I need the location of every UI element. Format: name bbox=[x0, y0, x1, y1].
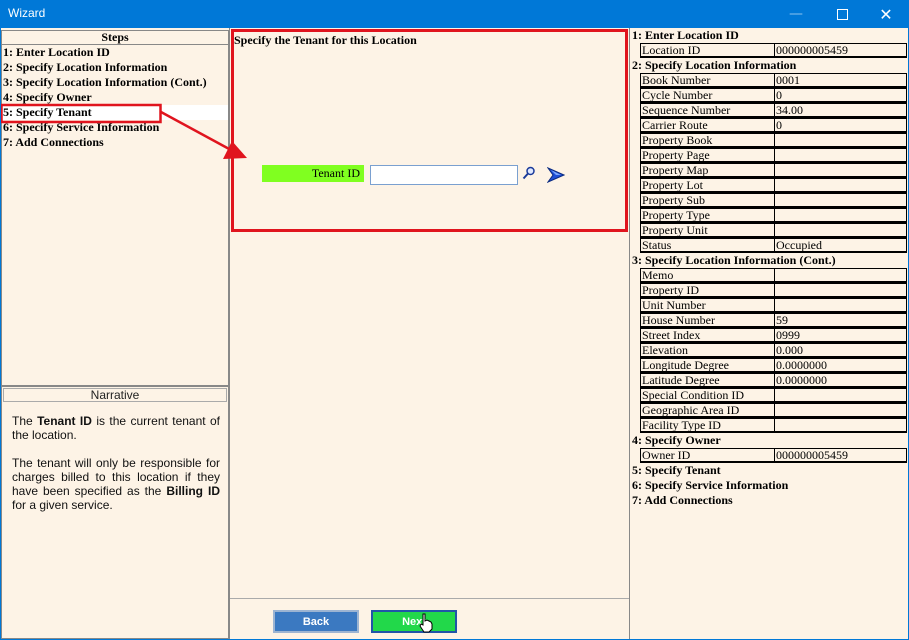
wizard-body: Steps 1: Enter Location ID 2: Specify Lo… bbox=[1, 28, 908, 639]
annotation-arrow-head bbox=[223, 141, 247, 159]
step-highlight-box bbox=[1, 103, 162, 124]
minimize-icon: — bbox=[789, 6, 803, 22]
annotation-arrow-line bbox=[160, 110, 232, 152]
minimize-button[interactable]: — bbox=[773, 0, 819, 28]
annotation-overlay bbox=[1, 103, 247, 159]
maximize-icon bbox=[836, 8, 848, 20]
window-title: Wizard bbox=[8, 6, 46, 20]
title-bar: Wizard — ✕ bbox=[0, 0, 909, 28]
close-icon: ✕ bbox=[879, 4, 893, 24]
maximize-button[interactable] bbox=[819, 0, 865, 28]
close-button[interactable]: ✕ bbox=[863, 0, 909, 28]
